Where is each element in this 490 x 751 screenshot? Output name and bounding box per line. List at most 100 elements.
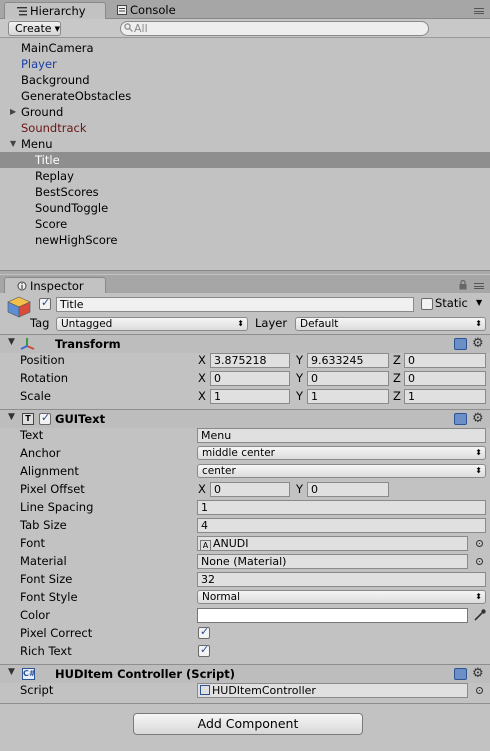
hierarchy-item[interactable]: SoundToggle: [0, 200, 490, 216]
line-spacing-field[interactable]: 1: [197, 500, 486, 515]
transform-header[interactable]: ▼ Transform ⚙: [0, 334, 490, 353]
transform-x-field[interactable]: 3.875218: [210, 353, 290, 368]
foldout-icon[interactable]: ▼: [8, 337, 15, 347]
transform-row-label: Position: [20, 353, 65, 367]
hierarchy-item[interactable]: GenerateObstacles: [0, 88, 490, 104]
updown-icon: ⬍: [475, 448, 482, 457]
lock-icon[interactable]: [459, 279, 467, 290]
script-value: HUDItemController: [212, 684, 316, 697]
help-book-icon[interactable]: [454, 338, 467, 350]
transform-x-field[interactable]: 1: [210, 389, 290, 404]
script-label: Script: [20, 683, 54, 697]
inspector-menu-icon[interactable]: [474, 283, 484, 289]
layer-value: Default: [300, 318, 339, 330]
tab-console[interactable]: Console: [105, 2, 184, 19]
hierarchy-item-label: Menu: [21, 137, 53, 151]
alignment-dropdown[interactable]: center ⬍: [197, 464, 486, 478]
hierarchy-item[interactable]: Replay: [0, 168, 490, 184]
hierarchy-item[interactable]: BestScores: [0, 184, 490, 200]
tab-hierarchy[interactable]: Hierarchy: [4, 2, 106, 19]
hierarchy-item-label: Title: [35, 153, 60, 167]
panel-menu-icon[interactable]: [474, 8, 484, 14]
hierarchy-item[interactable]: ▶ Ground: [0, 104, 490, 120]
font-size-field[interactable]: 32: [197, 572, 486, 587]
guitext-icon: T: [22, 413, 34, 425]
foldout-icon[interactable]: ▼: [8, 667, 15, 677]
active-checkbox[interactable]: [39, 296, 51, 310]
pixel-correct-checkbox[interactable]: [198, 625, 210, 639]
anchor-value: middle center: [202, 447, 275, 459]
object-picker-icon[interactable]: [476, 540, 483, 547]
transform-z-field[interactable]: 1: [404, 389, 486, 404]
rich-text-checkbox[interactable]: [198, 643, 210, 657]
transform-z-field[interactable]: 0: [404, 371, 486, 386]
search-input[interactable]: All: [120, 21, 429, 36]
tab-console-label: Console: [130, 3, 176, 17]
tab-size-field[interactable]: 4: [197, 518, 486, 533]
help-book-icon[interactable]: [454, 413, 467, 425]
hierarchy-item-label: GenerateObstacles: [21, 89, 132, 103]
layer-dropdown[interactable]: Default ⬍: [295, 317, 486, 331]
guitext-header[interactable]: ▼ T GUIText ⚙: [0, 409, 490, 428]
hierarchy-item[interactable]: MainCamera: [0, 40, 490, 56]
object-name-field[interactable]: Title: [56, 297, 414, 312]
hierarchy-item[interactable]: Player: [0, 56, 490, 72]
axis-y-label: Y: [296, 389, 304, 403]
pixel-offset-x-field[interactable]: 0: [210, 482, 290, 497]
guitext-enabled-checkbox[interactable]: [39, 411, 51, 425]
divider: [0, 703, 490, 704]
panel-divider[interactable]: [0, 270, 490, 274]
script-field[interactable]: HUDItemController: [197, 683, 468, 698]
collapse-arrow-icon[interactable]: ▼: [10, 136, 16, 152]
axis-x-label: X: [198, 482, 206, 496]
transform-row-label: Scale: [20, 389, 51, 403]
add-component-button[interactable]: Add Component: [133, 713, 363, 735]
tab-inspector-label: Inspector: [30, 279, 84, 293]
tag-label: Tag: [30, 316, 50, 330]
eyedropper-icon[interactable]: [473, 608, 487, 625]
hierarchy-item[interactable]: Background: [0, 72, 490, 88]
create-button[interactable]: Create ▼: [8, 21, 61, 36]
hierarchy-item[interactable]: Title: [0, 152, 490, 168]
hierarchy-item[interactable]: Score: [0, 216, 490, 232]
axis-z-label: Z: [393, 371, 401, 385]
font-style-dropdown[interactable]: Normal ⬍: [197, 590, 486, 604]
help-book-icon[interactable]: [454, 668, 467, 680]
script-component-header[interactable]: ▼ C# HUDItem Controller (Script) ⚙: [0, 664, 490, 683]
static-dropdown-icon[interactable]: ▼: [476, 298, 482, 307]
object-picker-icon[interactable]: [476, 687, 483, 694]
updown-icon: ⬍: [475, 466, 482, 475]
anchor-label: Anchor: [20, 446, 61, 460]
gear-icon[interactable]: ⚙: [472, 336, 484, 351]
color-swatch[interactable]: [197, 608, 468, 623]
hierarchy-item-label: Background: [21, 73, 90, 87]
foldout-icon[interactable]: ▼: [8, 412, 15, 422]
hierarchy-item-label: Ground: [21, 105, 64, 119]
font-field[interactable]: A ANUDI: [197, 536, 468, 551]
hierarchy-item[interactable]: newHighScore: [0, 232, 490, 248]
static-checkbox[interactable]: [421, 298, 433, 310]
text-field[interactable]: Menu: [197, 428, 486, 443]
tab-inspector[interactable]: Inspector: [4, 277, 106, 294]
gear-icon[interactable]: ⚙: [472, 666, 484, 681]
hierarchy-item[interactable]: Soundtrack: [0, 120, 490, 136]
hierarchy-item[interactable]: ▼ Menu: [0, 136, 490, 152]
rich-text-label: Rich Text: [20, 644, 72, 658]
console-icon: [117, 4, 127, 15]
material-field[interactable]: None (Material): [197, 554, 468, 569]
font-style-value: Normal: [202, 591, 240, 603]
transform-y-field[interactable]: 1: [307, 389, 389, 404]
axis-z-label: Z: [393, 353, 401, 367]
font-size-label: Font Size: [20, 572, 73, 586]
transform-z-field[interactable]: 0: [404, 353, 486, 368]
gear-icon[interactable]: ⚙: [472, 411, 484, 426]
object-picker-icon[interactable]: [476, 558, 483, 565]
expand-arrow-icon[interactable]: ▶: [10, 104, 16, 120]
transform-y-field[interactable]: 9.633245: [307, 353, 389, 368]
tag-dropdown[interactable]: Untagged ⬍: [56, 317, 248, 331]
anchor-dropdown[interactable]: middle center ⬍: [197, 446, 486, 460]
transform-x-field[interactable]: 0: [210, 371, 290, 386]
pixel-offset-y-field[interactable]: 0: [307, 482, 389, 497]
transform-y-field[interactable]: 0: [307, 371, 389, 386]
guitext-title: GUIText: [55, 412, 106, 426]
